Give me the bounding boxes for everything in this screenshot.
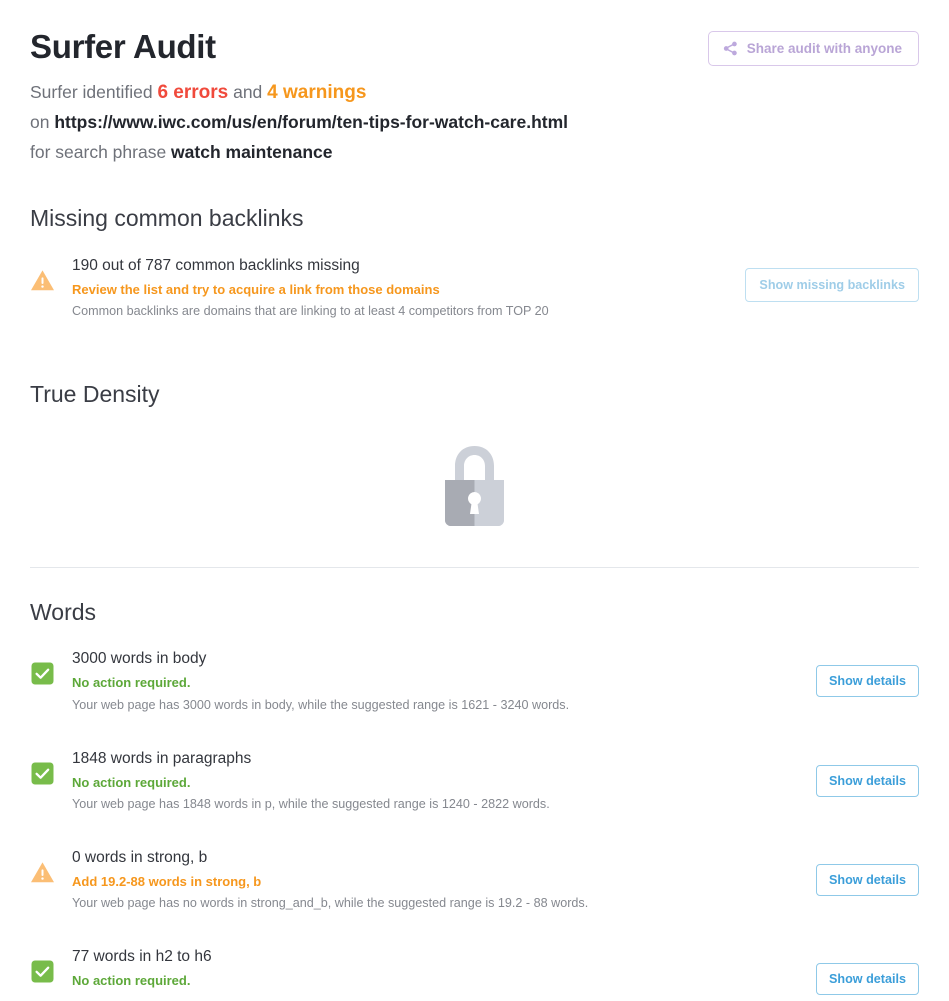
- show-details-button[interactable]: Show details: [816, 963, 919, 996]
- share-audit-button[interactable]: Share audit with anyone: [707, 31, 919, 66]
- audit-page: Surfer Audit Surfer identified 6 errors …: [0, 0, 949, 1001]
- summary-prefix: Surfer identified: [30, 82, 158, 103]
- audit-row: 3000 words in body No action required. You…: [30, 649, 919, 714]
- check-square-icon: [30, 959, 55, 984]
- phrase-prefix: for search phrase: [30, 141, 172, 162]
- url-prefix: on: [30, 112, 55, 133]
- audited-url: https://www.iwc.com/us/en/forum/ten-tips…: [54, 112, 569, 133]
- audit-row: 0 words in strong, b Add 19.2-88 words in…: [30, 848, 919, 913]
- audit-row-title: 0 words in strong, b: [72, 848, 208, 866]
- summary-conjunction: and: [228, 82, 268, 103]
- audit-row-body: 1848 words in paragraphs No action requir…: [72, 749, 789, 814]
- audit-row-body: 0 words in strong, b Add 19.2-88 words in…: [72, 848, 789, 913]
- page-header: Surfer Audit Surfer identified 6 errors …: [0, 0, 949, 161]
- search-phrase: watch maintenance: [171, 141, 333, 162]
- show-details-button[interactable]: Show details: [816, 863, 919, 896]
- audit-row: 77 words in h2 to h6 No action required. S…: [30, 947, 919, 1001]
- section-true-density: True Density: [0, 381, 949, 568]
- audit-row-description: Common backlinks are domains that are li…: [72, 304, 549, 319]
- show-missing-backlinks-button[interactable]: Show missing backlinks: [745, 267, 919, 302]
- share-audit-label: Share audit with anyone: [746, 41, 902, 56]
- audit-row-description: Your web page has no words in strong_and…: [72, 896, 589, 911]
- summary-url-line: on https://www.iwc.com/us/en/forum/ten-t…: [30, 114, 919, 132]
- warning-triangle-icon: [30, 860, 55, 885]
- check-square-icon: [30, 761, 55, 786]
- section-divider: [30, 566, 919, 568]
- summary-counts-line: Surfer identified 6 errors and 4 warning…: [30, 83, 919, 102]
- summary-phrase-line: for search phrase watch maintenance: [30, 141, 919, 162]
- section-missing-backlinks: Missing common backlinks 190 out of 787 …: [0, 205, 949, 321]
- audit-row-action: Review the list and try to acquire a lin…: [72, 281, 440, 297]
- audit-row-description: Your web page has 1848 words in p, while…: [72, 797, 550, 812]
- show-details-button[interactable]: Show details: [816, 665, 919, 698]
- audit-row-body: 3000 words in body No action required. You…: [72, 649, 789, 714]
- audit-row-title: 77 words in h2 to h6: [72, 948, 212, 966]
- missing-backlinks-rows: 190 out of 787 common backlinks missing …: [30, 256, 919, 321]
- audit-row-title: 1848 words in paragraphs: [72, 749, 252, 767]
- missing-backlinks-heading: Missing common backlinks: [30, 205, 304, 232]
- true-density-locked-area: [30, 431, 919, 541]
- audit-row-title: 3000 words in body: [72, 650, 207, 668]
- share-icon: [723, 41, 738, 56]
- audit-row: 190 out of 787 common backlinks missing …: [30, 256, 919, 321]
- audit-row-title: 190 out of 787 common backlinks missing: [72, 256, 360, 274]
- audit-row: 1848 words in paragraphs No action requir…: [30, 749, 919, 814]
- error-count: 6 errors: [157, 82, 229, 104]
- audit-row-body: 77 words in h2 to h6 No action required.: [72, 947, 789, 990]
- audit-row-action: Add 19.2-88 words in strong, b: [72, 873, 262, 889]
- warning-triangle-icon: [30, 268, 55, 293]
- audit-summary: Surfer identified 6 errors and 4 warning…: [30, 83, 919, 161]
- true-density-heading: True Density: [30, 381, 160, 408]
- audit-row-description: Your web page has 3000 words in body, wh…: [72, 697, 570, 712]
- warning-count: 4 warnings: [267, 82, 367, 104]
- show-details-button[interactable]: Show details: [816, 764, 919, 797]
- words-rows: 3000 words in body No action required. You…: [30, 649, 919, 1001]
- lock-icon: [439, 442, 510, 530]
- section-words: Words 3000 words in body No action requir…: [0, 599, 949, 1001]
- audit-row-action: No action required.: [72, 774, 191, 790]
- check-square-icon: [30, 661, 55, 686]
- audit-row-action: No action required.: [72, 675, 191, 691]
- words-heading: Words: [30, 598, 97, 625]
- audit-row-body: 190 out of 787 common backlinks missing …: [72, 256, 789, 321]
- audit-row-action: No action required.: [72, 973, 191, 989]
